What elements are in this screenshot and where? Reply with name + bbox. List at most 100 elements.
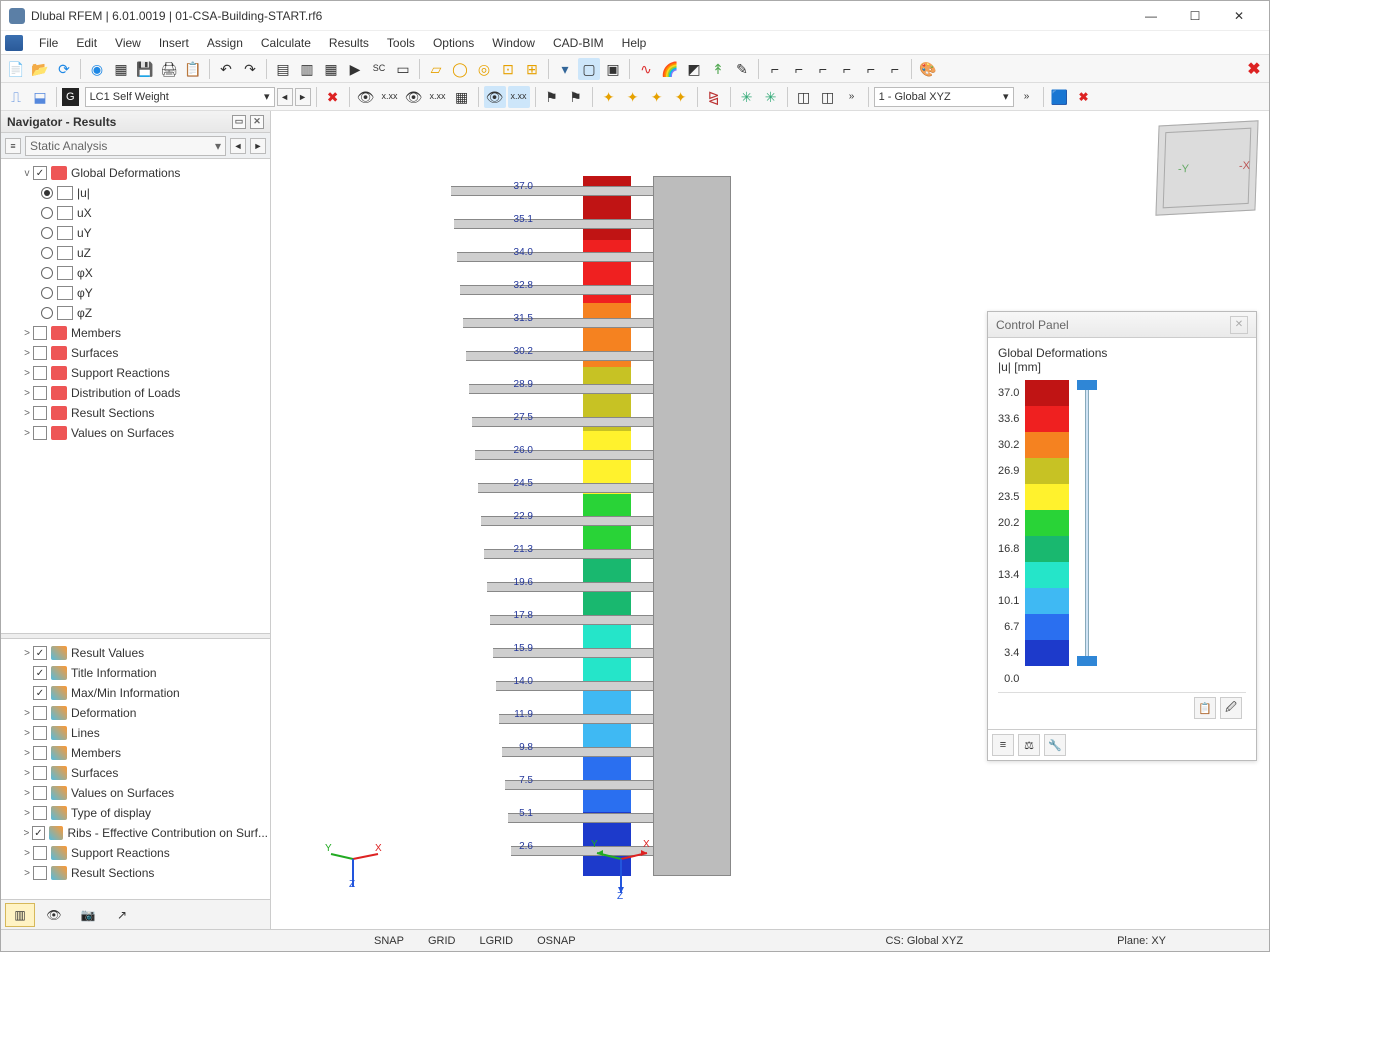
panel-tab-legend[interactable]: ≡ (992, 734, 1014, 756)
redo-button[interactable]: ↷ (239, 58, 261, 80)
coord-system-select[interactable]: 1 - Global XYZ▾ (874, 87, 1014, 107)
panel-tab-scale[interactable]: ⚖ (1018, 734, 1040, 756)
analysis-type-select[interactable]: Static Analysis▾ (25, 136, 226, 156)
tree-item[interactable]: >Surfaces (3, 763, 268, 783)
vis5-button[interactable]: ▦ (451, 86, 473, 108)
menu-window[interactable]: Window (484, 34, 543, 52)
spark1-button[interactable]: ✦ (598, 86, 620, 108)
display-tree[interactable]: >✓Result Values✓Title Information✓Max/Mi… (1, 639, 270, 899)
brush-button[interactable]: ✎ (731, 58, 753, 80)
menu-view[interactable]: View (107, 34, 149, 52)
sel-all-button[interactable]: ◎ (473, 58, 495, 80)
nav-tab-diagram[interactable]: ↗ (107, 903, 137, 927)
vis6-button[interactable]: 👁 (484, 86, 506, 108)
view-cube[interactable]: -X -Y (1155, 120, 1258, 215)
vis1-button[interactable]: 👁 (355, 86, 377, 108)
ucs-button[interactable]: ⎍ (5, 86, 27, 108)
app-menu-icon[interactable] (5, 35, 23, 51)
control-panel-close-button[interactable]: ✕ (1230, 316, 1248, 334)
nav-prev-button[interactable]: ◄ (230, 138, 246, 154)
open-button[interactable]: 📂 (29, 58, 51, 80)
isoband-button[interactable]: 🌈 (659, 58, 681, 80)
tree-item[interactable]: >Support Reactions (3, 363, 268, 383)
beam2-button[interactable]: ⌐ (788, 58, 810, 80)
tree-item[interactable]: uZ (3, 243, 268, 263)
tool-a-button[interactable]: ◫ (793, 86, 815, 108)
tree-item[interactable]: uX (3, 203, 268, 223)
plane-button[interactable]: ⬓ (29, 86, 51, 108)
tree-item[interactable]: >Result Sections (3, 863, 268, 883)
spark3-button[interactable]: ✦ (646, 86, 668, 108)
view-solid-button[interactable]: ▢ (578, 58, 600, 80)
nav-tab-eye[interactable]: 👁 (39, 903, 69, 927)
sel-filter-button[interactable]: ⊞ (521, 58, 543, 80)
tree-item[interactable]: |u| (3, 183, 268, 203)
status-grid[interactable]: GRID (421, 934, 463, 948)
grid-button[interactable]: ▦ (110, 58, 132, 80)
arrow-up-button[interactable]: ↟ (707, 58, 729, 80)
navigator-close-button[interactable]: ✕ (250, 115, 264, 129)
panel-tab-filter[interactable]: 🔧 (1044, 734, 1066, 756)
sel-rect-button[interactable]: ▱ (425, 58, 447, 80)
beam4-button[interactable]: ⌐ (836, 58, 858, 80)
clipboard-button[interactable]: 📋 (182, 58, 204, 80)
vis2-button[interactable]: x.xx (379, 86, 401, 108)
menu-file[interactable]: File (31, 34, 66, 52)
tree-green-button[interactable]: ✳ (736, 86, 758, 108)
legend-settings-button[interactable]: 📋 (1194, 697, 1216, 719)
table1-button[interactable]: ▤ (272, 58, 294, 80)
new-button[interactable]: 📄 (5, 58, 27, 80)
tree-item[interactable]: >Values on Surfaces (3, 783, 268, 803)
beam1-button[interactable]: ⌐ (764, 58, 786, 80)
cube-button[interactable]: ◩ (683, 58, 705, 80)
flag2-button[interactable]: ⚑ (565, 86, 587, 108)
tree-item[interactable]: φY (3, 283, 268, 303)
vis4-button[interactable]: x.xx (427, 86, 449, 108)
reload-button[interactable]: ⟳ (53, 58, 75, 80)
maximize-button[interactable]: ☐ (1173, 2, 1217, 30)
tree-item[interactable]: ✓Title Information (3, 663, 268, 683)
tree-item[interactable]: φZ (3, 303, 268, 323)
tree-item[interactable]: >Lines (3, 723, 268, 743)
spark4-button[interactable]: ✦ (670, 86, 692, 108)
delete-results-button[interactable]: ✖ (322, 86, 344, 108)
tree-item[interactable]: >Deformation (3, 703, 268, 723)
nav-tree-icon[interactable]: ≡ (5, 138, 21, 154)
next-case-button[interactable]: ► (295, 88, 311, 106)
legend-slider[interactable] (1073, 380, 1103, 666)
tree-item[interactable]: φX (3, 263, 268, 283)
panel-close-button[interactable]: ✖ (1073, 86, 1095, 108)
save-button[interactable]: 💾 (134, 58, 156, 80)
status-lgrid[interactable]: LGRID (472, 934, 520, 948)
view-wire-button[interactable]: ▣ (602, 58, 624, 80)
tree2-button[interactable]: ✳ (760, 86, 782, 108)
vis3-button[interactable]: 👁 (403, 86, 425, 108)
undo-button[interactable]: ↶ (215, 58, 237, 80)
menu-calculate[interactable]: Calculate (253, 34, 319, 52)
sel-lasso-button[interactable]: ◯ (449, 58, 471, 80)
menu-options[interactable]: Options (425, 34, 482, 52)
frame-button[interactable]: ⧎ (703, 86, 725, 108)
navigator-float-button[interactable]: ▭ (232, 115, 246, 129)
tree-item[interactable]: >Values on Surfaces (3, 423, 268, 443)
vis7-button[interactable]: x.xx (508, 86, 530, 108)
beam6-button[interactable]: ⌐ (884, 58, 906, 80)
sc-button[interactable]: SC (368, 58, 390, 80)
menu-results[interactable]: Results (321, 34, 377, 52)
diagram-button[interactable]: ∿ (635, 58, 657, 80)
tables-button[interactable]: ▭ (392, 58, 414, 80)
nav-next-button[interactable]: ► (250, 138, 266, 154)
status-osnap[interactable]: OSNAP (530, 934, 583, 948)
filter-button[interactable]: ▾ (554, 58, 576, 80)
spark2-button[interactable]: ✦ (622, 86, 644, 108)
tree-item[interactable]: >Type of display (3, 803, 268, 823)
tree-item[interactable]: >✓Result Values (3, 643, 268, 663)
tree-item[interactable]: >Distribution of Loads (3, 383, 268, 403)
nav-tab-data[interactable]: ▥ (5, 903, 35, 927)
menu-insert[interactable]: Insert (151, 34, 197, 52)
prev-case-button[interactable]: ◄ (277, 88, 293, 106)
nav-tab-camera[interactable]: 📷 (73, 903, 103, 927)
menu-assign[interactable]: Assign (199, 34, 251, 52)
menu-cadbim[interactable]: CAD-BIM (545, 34, 612, 52)
tree-item[interactable]: >Members (3, 743, 268, 763)
